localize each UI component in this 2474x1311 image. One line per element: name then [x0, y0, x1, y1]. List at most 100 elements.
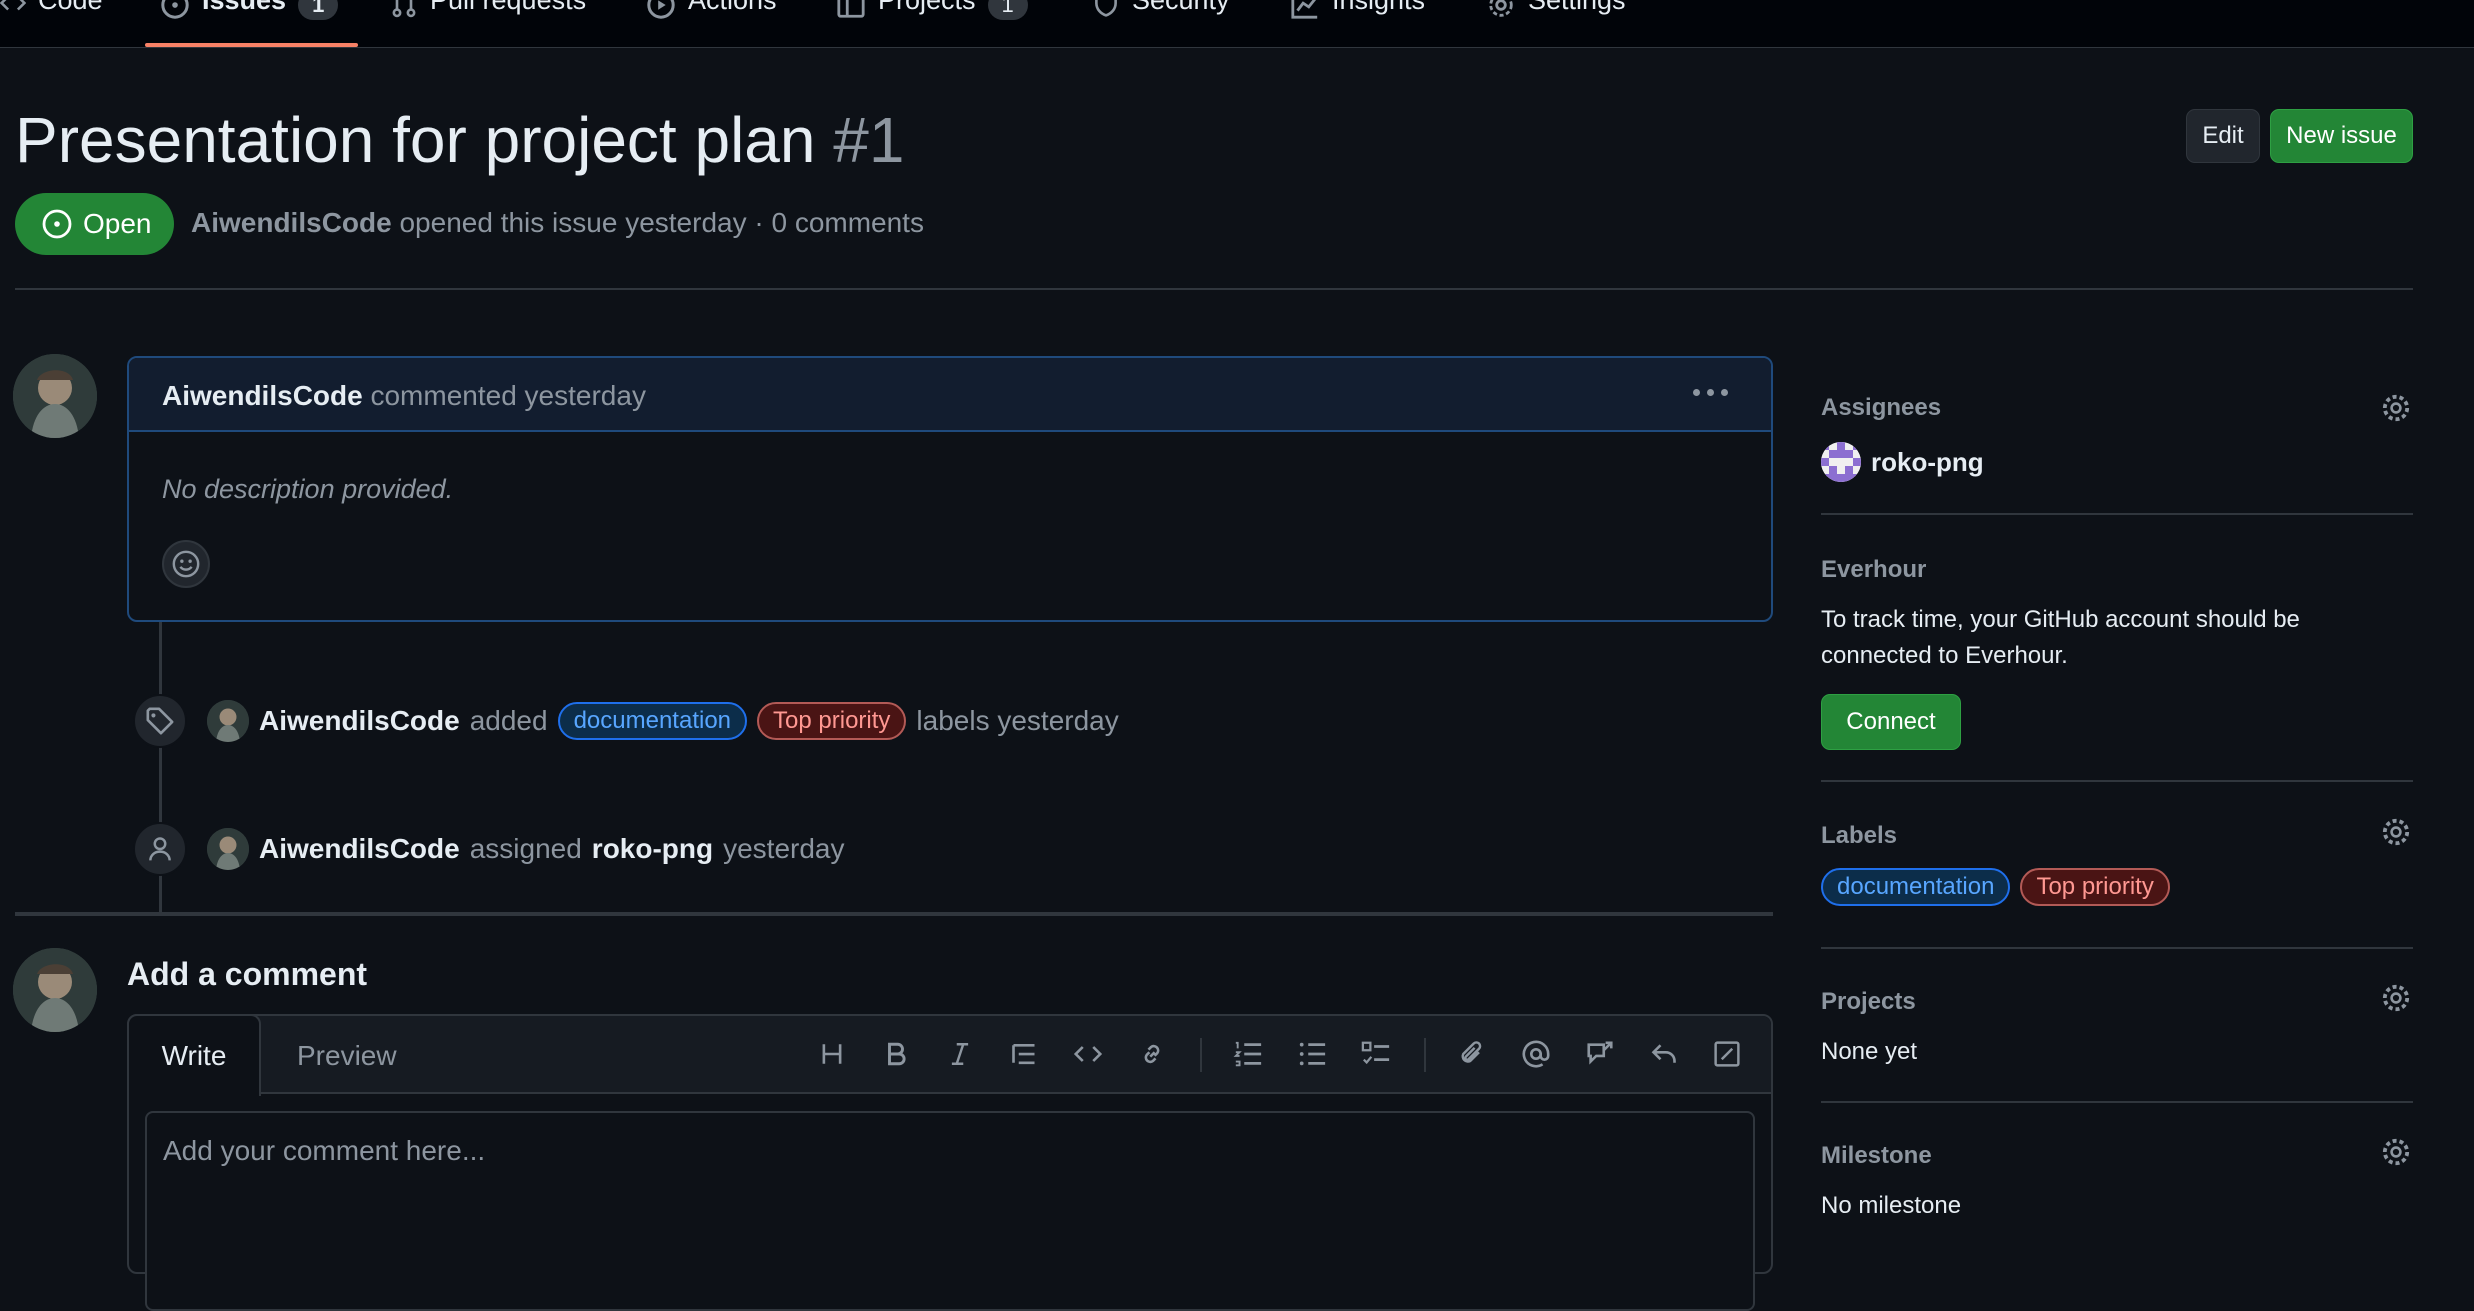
cross-reference-icon[interactable]: [1580, 1034, 1620, 1074]
gear-icon[interactable]: [2380, 392, 2412, 424]
issue-opened-icon: [42, 209, 72, 239]
tab-code-label: Code: [38, 0, 103, 15]
milestone-heading[interactable]: Milestone: [1821, 1142, 1932, 1170]
issue-meta: AiwendilsCode opened this issue yesterda…: [191, 207, 924, 239]
event-suffix: yesterday: [723, 833, 845, 864]
projects-heading[interactable]: Projects: [1821, 988, 1916, 1016]
bold-icon[interactable]: [876, 1034, 916, 1074]
avatar[interactable]: [13, 354, 97, 438]
tab-projects[interactable]: Projects 1: [836, 0, 1028, 47]
event-verb: added: [469, 705, 548, 736]
sidebar-labels: documentation Top priority: [1821, 868, 2170, 906]
tab-issues-label: Issues: [202, 0, 287, 15]
assignee-name[interactable]: roko-png: [1871, 447, 1984, 478]
tab-actions[interactable]: Actions: [646, 0, 777, 47]
gear-icon[interactable]: [2380, 982, 2412, 1014]
tab-settings[interactable]: Settings: [1486, 0, 1626, 47]
event-verb: assigned: [469, 833, 582, 864]
labels-heading[interactable]: Labels: [1821, 822, 1897, 850]
mention-icon[interactable]: [1516, 1034, 1556, 1074]
add-reaction-button[interactable]: [162, 540, 210, 588]
label-documentation[interactable]: documentation: [557, 702, 748, 740]
tab-pull-requests-label: Pull requests: [430, 0, 587, 15]
gear-icon[interactable]: [2380, 816, 2412, 848]
paperclip-icon[interactable]: [1452, 1034, 1492, 1074]
tab-write[interactable]: Write: [127, 1014, 261, 1096]
sidebar-divider: [1821, 947, 2413, 949]
tag-icon: [133, 694, 187, 748]
editor-tabs: Write Preview: [127, 1014, 1771, 1096]
reply-icon[interactable]: [1644, 1034, 1684, 1074]
tab-projects-label: Projects: [878, 0, 976, 15]
active-tab-underline: [145, 43, 358, 47]
comment-editor: Write Preview Add your comment here...: [127, 1014, 1773, 1311]
gear-icon[interactable]: [2380, 1136, 2412, 1168]
everhour-text: To track time, your GitHub account shoul…: [1821, 606, 2300, 669]
smiley-icon: [172, 550, 200, 578]
issue-state-label: Open: [83, 208, 152, 239]
milestone-value: No milestone: [1821, 1192, 1962, 1219]
tab-actions-label: Actions: [688, 0, 777, 15]
fullscreen-icon[interactable]: [1707, 1034, 1747, 1074]
issue-opened-icon: [161, 0, 189, 19]
task-list-icon[interactable]: [1356, 1034, 1396, 1074]
code-icon[interactable]: [1068, 1034, 1108, 1074]
avatar[interactable]: [207, 700, 249, 742]
avatar[interactable]: [13, 948, 97, 1032]
issue-state-badge: Open: [15, 193, 174, 255]
toolbar-divider: [1424, 1038, 1426, 1072]
tab-issues[interactable]: Issues 1: [160, 0, 339, 47]
timeline-end-divider: [15, 912, 1773, 916]
sidebar-divider: [1821, 1101, 2413, 1103]
event-actor-link[interactable]: AiwendilsCode: [259, 833, 460, 865]
heading-icon[interactable]: [812, 1034, 852, 1074]
git-pull-request-icon: [392, 0, 416, 18]
sidebar-divider: [1821, 513, 2413, 515]
header-divider: [15, 288, 2413, 290]
code-icon: [0, 0, 26, 11]
tab-insights-label: Insights: [1332, 0, 1426, 15]
comment-action: commented yesterday: [370, 380, 646, 411]
tab-security[interactable]: Security: [1092, 0, 1230, 47]
assignee-item[interactable]: roko-png: [1821, 442, 1984, 482]
tab-insights[interactable]: Insights: [1290, 0, 1425, 47]
avatar[interactable]: [207, 828, 249, 870]
repo-nav: Code Issues 1 Pull requests Actions Proj…: [0, 0, 2474, 48]
ordered-list-icon[interactable]: [1228, 1034, 1268, 1074]
projects-value: None yet: [1821, 1038, 1918, 1065]
shield-icon: [1095, 0, 1117, 17]
table-icon: [837, 0, 865, 18]
label-top-priority[interactable]: Top priority: [757, 702, 907, 740]
labels-added-event: AiwendilsCode added documentation Top pr…: [207, 700, 1119, 742]
graph-icon: [1291, 0, 1318, 19]
italic-icon[interactable]: [940, 1034, 980, 1074]
label-documentation[interactable]: documentation: [1821, 868, 2011, 906]
play-icon: [647, 0, 675, 19]
event-target-link[interactable]: roko-png: [592, 833, 713, 865]
kebab-menu-icon[interactable]: [1693, 380, 1733, 404]
event-suffix: labels yesterday: [916, 705, 1119, 736]
tab-pull-requests[interactable]: Pull requests: [390, 0, 586, 47]
tab-security-label: Security: [1132, 0, 1230, 15]
tab-issues-count: 1: [298, 0, 339, 20]
tab-code[interactable]: Code: [0, 0, 103, 47]
assigned-event: AiwendilsCode assigned roko-png yesterda…: [207, 828, 845, 870]
new-issue-button[interactable]: New issue: [2270, 109, 2413, 163]
unordered-list-icon[interactable]: [1292, 1034, 1332, 1074]
gear-icon: [1489, 0, 1513, 17]
issue-number: #1: [833, 104, 905, 176]
comment-textarea[interactable]: Add your comment here...: [145, 1111, 1755, 1311]
everhour-heading: Everhour: [1821, 556, 1927, 583]
edit-button[interactable]: Edit: [2186, 109, 2260, 163]
quote-icon[interactable]: [1004, 1034, 1044, 1074]
comment-author-link[interactable]: AiwendilsCode: [162, 380, 363, 411]
label-top-priority[interactable]: Top priority: [2020, 868, 2170, 906]
assignees-heading[interactable]: Assignees: [1821, 394, 1941, 422]
event-actor-link[interactable]: AiwendilsCode: [259, 705, 460, 737]
sidebar-divider: [1821, 780, 2413, 782]
tab-projects-count: 1: [987, 0, 1028, 20]
link-icon[interactable]: [1132, 1034, 1172, 1074]
connect-button[interactable]: Connect: [1821, 694, 1961, 750]
tab-preview[interactable]: Preview: [297, 1040, 397, 1072]
issue-author-link[interactable]: AiwendilsCode: [191, 207, 392, 238]
